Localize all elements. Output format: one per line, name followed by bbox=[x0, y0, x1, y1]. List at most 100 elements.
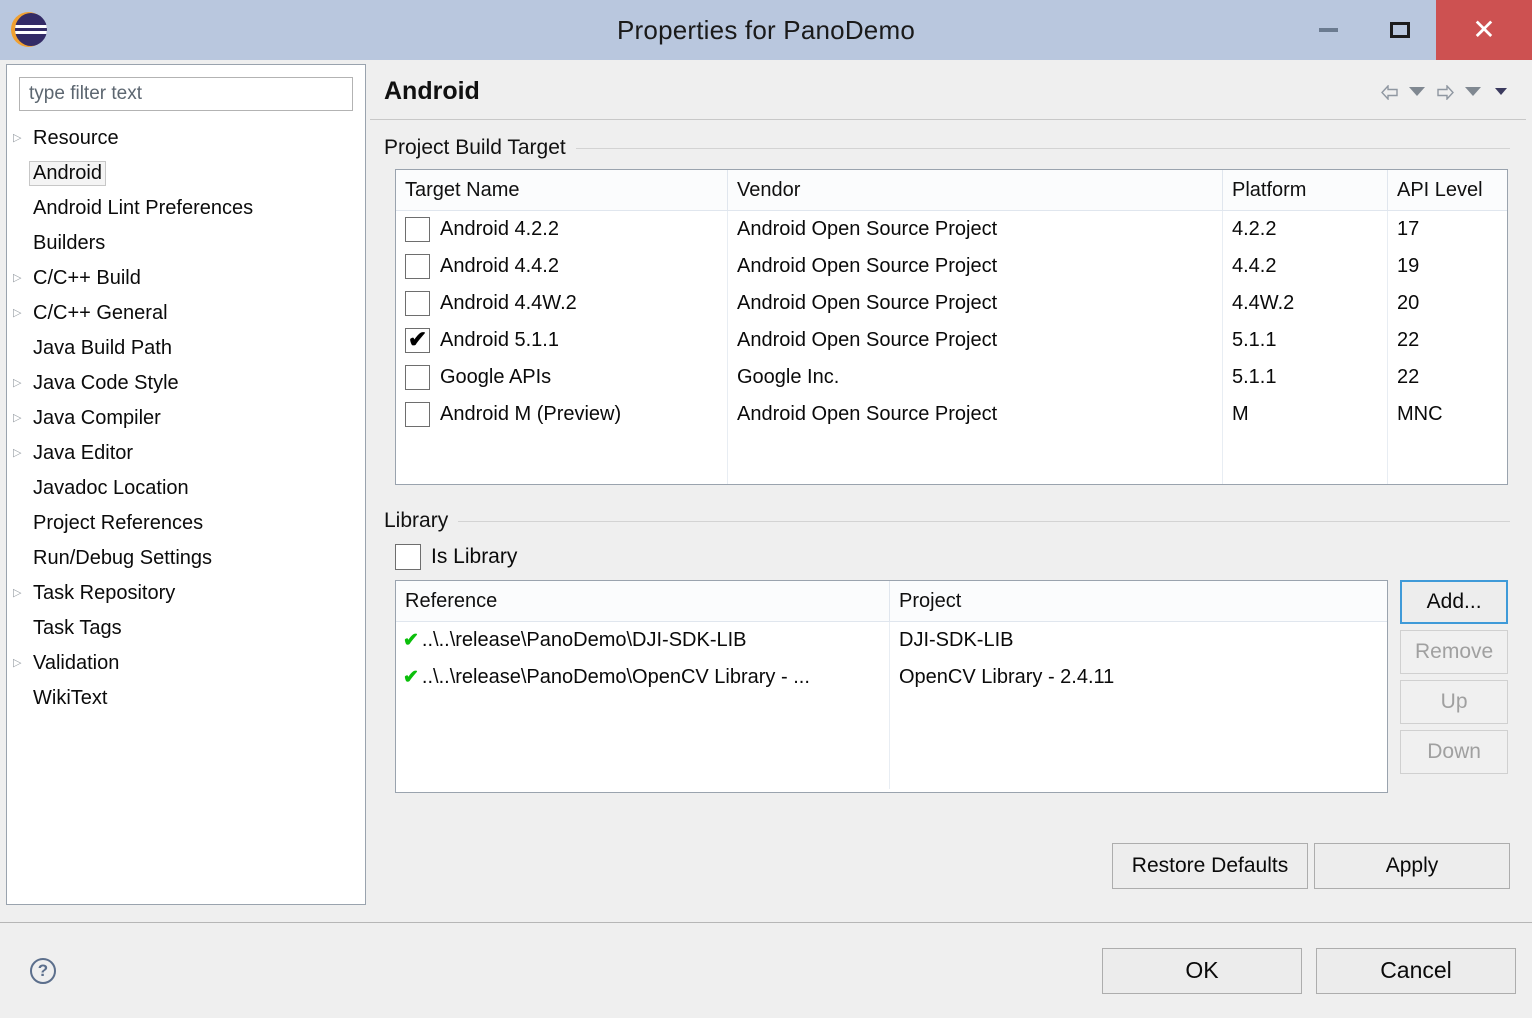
reference-cell: ✔..\..\release\PanoDemo\OpenCV Library -… bbox=[396, 659, 890, 696]
sidebar-item-resource[interactable]: ▷Resource bbox=[7, 121, 365, 156]
expand-arrow-icon[interactable]: ▷ bbox=[13, 658, 29, 669]
group-body: Target NameVendorPlatformAPI Level Andro… bbox=[384, 160, 1510, 485]
is-library-row[interactable]: Is Library bbox=[395, 544, 1510, 570]
sidebar-item-c-c-general[interactable]: ▷C/C++ General bbox=[7, 296, 365, 331]
target-checkbox[interactable]: ✔ bbox=[405, 328, 430, 353]
group-label: Library bbox=[384, 509, 458, 533]
column-header[interactable]: Project bbox=[890, 581, 1387, 622]
list-item[interactable]: ✔..\..\release\PanoDemo\DJI-SDK-LIBDJI-S… bbox=[396, 622, 1387, 659]
platform-cell: M bbox=[1223, 396, 1388, 433]
maximize-button[interactable] bbox=[1364, 0, 1436, 60]
target-name-label: Android 4.4W.2 bbox=[440, 285, 577, 322]
sidebar-item-task-repository[interactable]: ▷Task Repository bbox=[7, 576, 365, 611]
properties-dialog: Properties for PanoDemo ✕ ▷ResourceAndro… bbox=[0, 0, 1532, 1018]
remove-button[interactable]: Remove bbox=[1400, 630, 1508, 674]
group-label: Project Build Target bbox=[384, 136, 576, 160]
table-empty-area bbox=[396, 433, 1507, 485]
sidebar-item-java-code-style[interactable]: ▷Java Code Style bbox=[7, 366, 365, 401]
sidebar-item-task-tags[interactable]: Task Tags bbox=[7, 611, 365, 646]
is-library-checkbox[interactable] bbox=[395, 544, 421, 570]
minimize-button[interactable] bbox=[1292, 0, 1364, 60]
sidebar-item-label: Javadoc Location bbox=[29, 476, 193, 501]
expand-arrow-icon[interactable]: ▷ bbox=[13, 413, 29, 424]
restore-defaults-button[interactable]: Restore Defaults bbox=[1112, 843, 1308, 889]
sidebar-item-android[interactable]: Android bbox=[7, 156, 365, 191]
platform-cell: 5.1.1 bbox=[1223, 322, 1388, 359]
close-button[interactable]: ✕ bbox=[1436, 0, 1532, 60]
target-checkbox[interactable] bbox=[405, 365, 430, 390]
target-checkbox[interactable] bbox=[405, 402, 430, 427]
forward-history-button[interactable] bbox=[1460, 78, 1486, 106]
target-checkbox[interactable] bbox=[405, 217, 430, 242]
table-row[interactable]: Android M (Preview)Android Open Source P… bbox=[396, 396, 1507, 433]
forward-button[interactable] bbox=[1432, 78, 1458, 106]
sidebar-item-c-c-build[interactable]: ▷C/C++ Build bbox=[7, 261, 365, 296]
expand-arrow-icon[interactable]: ▷ bbox=[13, 588, 29, 599]
group-header: Library bbox=[384, 509, 1510, 533]
library-area: ReferenceProject ✔..\..\release\PanoDemo… bbox=[395, 580, 1510, 793]
chevron-down-icon bbox=[1409, 87, 1425, 96]
is-library-label: Is Library bbox=[431, 545, 517, 569]
group-header: Project Build Target bbox=[384, 136, 1510, 160]
column-header[interactable]: Platform bbox=[1223, 170, 1388, 211]
reference-label: ..\..\release\PanoDemo\OpenCV Library - … bbox=[422, 666, 810, 689]
table-row[interactable]: Android 4.2.2Android Open Source Project… bbox=[396, 211, 1507, 248]
sidebar-item-builders[interactable]: Builders bbox=[7, 226, 365, 261]
view-menu-button[interactable] bbox=[1488, 78, 1514, 106]
sidebar-item-validation[interactable]: ▷Validation bbox=[7, 646, 365, 681]
expand-arrow-icon[interactable]: ▷ bbox=[13, 448, 29, 459]
filter-input[interactable] bbox=[19, 77, 353, 111]
status-check-icon: ✔ bbox=[403, 629, 419, 652]
target-name-cell: Android 4.2.2 bbox=[396, 211, 728, 248]
sidebar-item-java-build-path[interactable]: Java Build Path bbox=[7, 331, 365, 366]
sidebar-item-label: Run/Debug Settings bbox=[29, 546, 216, 571]
preference-tree-panel: ▷ResourceAndroidAndroid Lint Preferences… bbox=[6, 64, 366, 905]
target-name-label: Android M (Preview) bbox=[440, 396, 621, 433]
ok-button[interactable]: OK bbox=[1102, 948, 1302, 994]
expand-arrow-icon[interactable]: ▷ bbox=[13, 133, 29, 144]
apply-button[interactable]: Apply bbox=[1314, 843, 1510, 889]
down-button[interactable]: Down bbox=[1400, 730, 1508, 774]
build-target-table[interactable]: Target NameVendorPlatformAPI Level Andro… bbox=[395, 169, 1508, 485]
sidebar-item-javadoc-location[interactable]: Javadoc Location bbox=[7, 471, 365, 506]
sidebar-item-label: Task Repository bbox=[29, 581, 179, 606]
sidebar-item-java-compiler[interactable]: ▷Java Compiler bbox=[7, 401, 365, 436]
sidebar-item-run-debug-settings[interactable]: Run/Debug Settings bbox=[7, 541, 365, 576]
add-button[interactable]: Add... bbox=[1400, 580, 1508, 624]
help-icon[interactable]: ? bbox=[30, 958, 56, 984]
list-item[interactable]: ✔..\..\release\PanoDemo\OpenCV Library -… bbox=[396, 659, 1387, 696]
build-target-table-header: Target NameVendorPlatformAPI Level bbox=[396, 170, 1507, 211]
filter-wrapper bbox=[7, 65, 365, 117]
sidebar-item-label: Project References bbox=[29, 511, 207, 536]
sidebar-item-label: Task Tags bbox=[29, 616, 126, 641]
sidebar-item-java-editor[interactable]: ▷Java Editor bbox=[7, 436, 365, 471]
library-table-body: ✔..\..\release\PanoDemo\DJI-SDK-LIBDJI-S… bbox=[396, 622, 1387, 696]
api-level-cell: MNC bbox=[1388, 396, 1508, 433]
project-build-target-group: Project Build Target Target NameVendorPl… bbox=[384, 136, 1510, 485]
target-checkbox[interactable] bbox=[405, 254, 430, 279]
checkmark-icon: ✔ bbox=[408, 328, 427, 351]
sidebar-item-android-lint-preferences[interactable]: Android Lint Preferences bbox=[7, 191, 365, 226]
sidebar-item-wikitext[interactable]: WikiText bbox=[7, 681, 365, 716]
table-row[interactable]: Android 4.4.2Android Open Source Project… bbox=[396, 248, 1507, 285]
back-button[interactable] bbox=[1376, 78, 1402, 106]
table-row[interactable]: Google APIsGoogle Inc.5.1.122 bbox=[396, 359, 1507, 396]
sidebar-item-project-references[interactable]: Project References bbox=[7, 506, 365, 541]
cancel-button[interactable]: Cancel bbox=[1316, 948, 1516, 994]
back-history-button[interactable] bbox=[1404, 78, 1430, 106]
column-header[interactable]: Vendor bbox=[728, 170, 1223, 211]
content-panel: Android bbox=[370, 64, 1526, 905]
expand-arrow-icon[interactable]: ▷ bbox=[13, 378, 29, 389]
up-button[interactable]: Up bbox=[1400, 680, 1508, 724]
table-row[interactable]: ✔Android 5.1.1Android Open Source Projec… bbox=[396, 322, 1507, 359]
column-header[interactable]: Reference bbox=[396, 581, 890, 622]
expand-arrow-icon[interactable]: ▷ bbox=[13, 273, 29, 284]
target-name-label: Google APIs bbox=[440, 359, 551, 396]
expand-arrow-icon[interactable]: ▷ bbox=[13, 308, 29, 319]
target-checkbox[interactable] bbox=[405, 291, 430, 316]
sidebar-item-label: Java Editor bbox=[29, 441, 137, 466]
library-table[interactable]: ReferenceProject ✔..\..\release\PanoDemo… bbox=[395, 580, 1388, 793]
table-row[interactable]: Android 4.4W.2Android Open Source Projec… bbox=[396, 285, 1507, 322]
column-header[interactable]: API Level bbox=[1388, 170, 1508, 211]
column-header[interactable]: Target Name bbox=[396, 170, 728, 211]
